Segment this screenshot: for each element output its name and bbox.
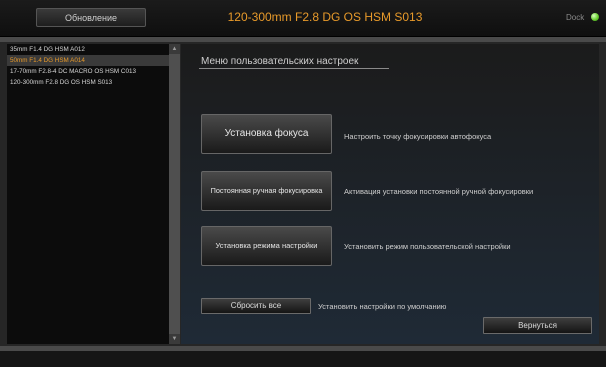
lens-list-item[interactable]: 120-300mm F2.8 DG OS HSM S013 [7,77,169,88]
back-button[interactable]: Вернуться [483,317,592,334]
dock-label: Dock [566,13,585,22]
top-bar: Обновление 120-300mm F2.8 DG OS HSM S013… [0,0,606,37]
top-divider [0,37,606,42]
focus-setting-button[interactable]: Установка фокуса [201,114,332,154]
lens-list-item-selected[interactable]: 50mm F1.4 DG HSM A014 [7,55,169,66]
scroll-thumb[interactable] [169,54,180,334]
mode-setting-button[interactable]: Установка режима настройки [201,226,332,266]
title-underline [199,68,389,69]
focus-setting-description: Настроить точку фокусировки автофокуса [344,132,492,141]
scroll-down-icon[interactable]: ▼ [169,334,180,344]
bottom-bar [0,351,606,367]
scroll-up-icon[interactable]: ▲ [169,44,180,54]
lens-list-item[interactable]: 35mm F1.4 DG HSM A012 [7,44,169,55]
manual-focus-button[interactable]: Постоянная ручная фокусировка [201,171,332,211]
lens-list-scrollbar[interactable]: ▲ ▼ [169,44,180,344]
manual-focus-description: Активация установки постоянной ручной фо… [344,187,534,196]
reset-description: Установить настройки по умолчанию [318,302,447,311]
mode-setting-description: Установить режим пользовательской настро… [344,242,511,251]
current-lens-title: 120-300mm F2.8 DG OS HSM S013 [227,10,423,24]
reset-all-button[interactable]: Сбросить все [201,298,311,314]
lens-list: 35mm F1.4 DG HSM A012 50mm F1.4 DG HSM A… [7,44,169,344]
dock-status-icon [591,13,599,21]
update-button[interactable]: Обновление [36,8,146,27]
lens-list-item[interactable]: 17-70mm F2.8-4 DC MACRO OS HSM C013 [7,66,169,77]
page-title: Меню пользовательских настроек [201,56,359,67]
custom-settings-panel: Меню пользовательских настроек Установка… [181,44,599,344]
